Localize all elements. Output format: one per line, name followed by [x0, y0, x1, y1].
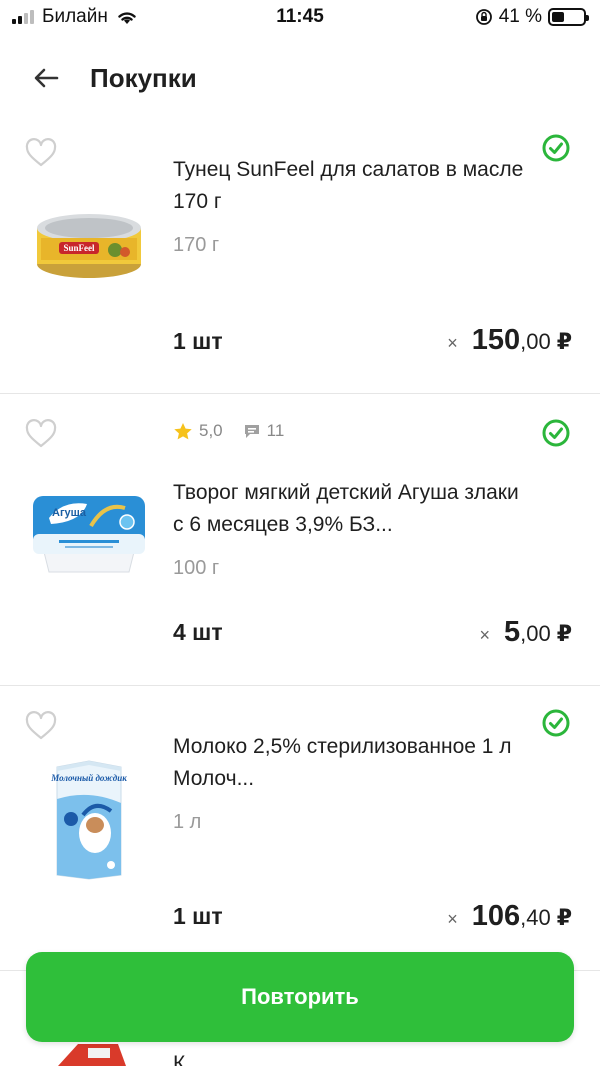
price-integer: 150 — [471, 324, 521, 356]
comment-icon — [244, 424, 259, 438]
milk-carton-image: Молочный дождик — [50, 760, 127, 880]
carton-brand-label: Молочный дождик — [50, 773, 127, 783]
currency-symbol: ₽ — [556, 329, 572, 354]
heart-icon[interactable] — [24, 419, 58, 449]
rating-row: 5,0 11 — [173, 421, 284, 441]
orientation-lock-icon — [475, 9, 492, 25]
battery-icon — [548, 8, 589, 26]
product-image[interactable]: Агуша — [28, 483, 150, 581]
product-weight: 1 л — [173, 811, 202, 833]
reviews-count: 11 — [266, 421, 285, 440]
product-quantity: 4 шт — [173, 619, 223, 645]
star-icon — [174, 422, 192, 439]
app-header: Покупки — [0, 50, 600, 106]
product-price: × 5 ,00 ₽ — [479, 616, 572, 649]
tuna-can-image: SunFeel — [37, 214, 141, 278]
currency-symbol: ₽ — [556, 621, 572, 646]
check-circle-icon — [542, 134, 570, 162]
product-image[interactable]: SunFeel — [28, 194, 150, 290]
next-product-name: К... — [173, 1052, 203, 1066]
heart-icon[interactable] — [24, 138, 58, 168]
status-right: 41 % — [475, 6, 589, 28]
product-quantity: 1 шт — [173, 328, 223, 354]
can-brand-label: SunFeel — [63, 243, 95, 253]
product-price: × 106 ,40 ₽ — [447, 900, 572, 933]
heart-icon[interactable] — [24, 711, 58, 741]
price-fraction: ,00 — [520, 621, 551, 646]
product-name[interactable]: Молоко 2,5% стерилизованное 1 л Молоч... — [173, 731, 533, 795]
battery-percent: 41 % — [498, 6, 542, 27]
price-integer: 106 — [471, 900, 521, 932]
price-fraction: ,00 — [520, 329, 551, 354]
list-item[interactable]: Молочный дождик Молоко 2,5% стерилизован… — [0, 687, 600, 971]
product-price: × 150 ,00 ₽ — [447, 324, 572, 357]
times-sign: × — [447, 333, 458, 353]
price-integer: 5 — [503, 616, 521, 648]
product-name[interactable]: Творог мягкий детский Агуша злаки с 6 ме… — [173, 477, 533, 541]
agusha-cup-image: Агуша — [33, 496, 145, 573]
product-image[interactable]: Молочный дождик — [28, 757, 150, 883]
price-fraction: ,40 — [520, 905, 551, 930]
product-quantity: 1 шт — [173, 903, 223, 929]
check-circle-icon — [542, 709, 570, 737]
times-sign: × — [447, 909, 458, 929]
rating-value: 5,0 — [199, 421, 223, 440]
arrow-left-icon — [34, 68, 59, 88]
back-button[interactable] — [22, 54, 70, 102]
product-name[interactable]: Тунец SunFeel для салатов в масле 170 г — [173, 154, 533, 218]
product-weight: 100 г — [173, 557, 220, 579]
page-title: Покупки — [90, 62, 197, 93]
list-item[interactable]: 5,0 11 Агуша Творог мягкий детский Агуша… — [0, 395, 600, 686]
status-bar: Билайн 11:45 41 % — [0, 0, 600, 34]
list-item[interactable]: SunFeel Тунец SunFeel для салатов в масл… — [0, 116, 600, 394]
repeat-order-button[interactable]: Повторить — [26, 952, 574, 1042]
next-product-image — [58, 1044, 126, 1066]
cup-brand-label: Агуша — [52, 507, 87, 519]
currency-symbol: ₽ — [556, 905, 572, 930]
times-sign: × — [479, 625, 490, 645]
check-circle-icon — [542, 419, 570, 447]
product-weight: 170 г — [173, 234, 220, 256]
